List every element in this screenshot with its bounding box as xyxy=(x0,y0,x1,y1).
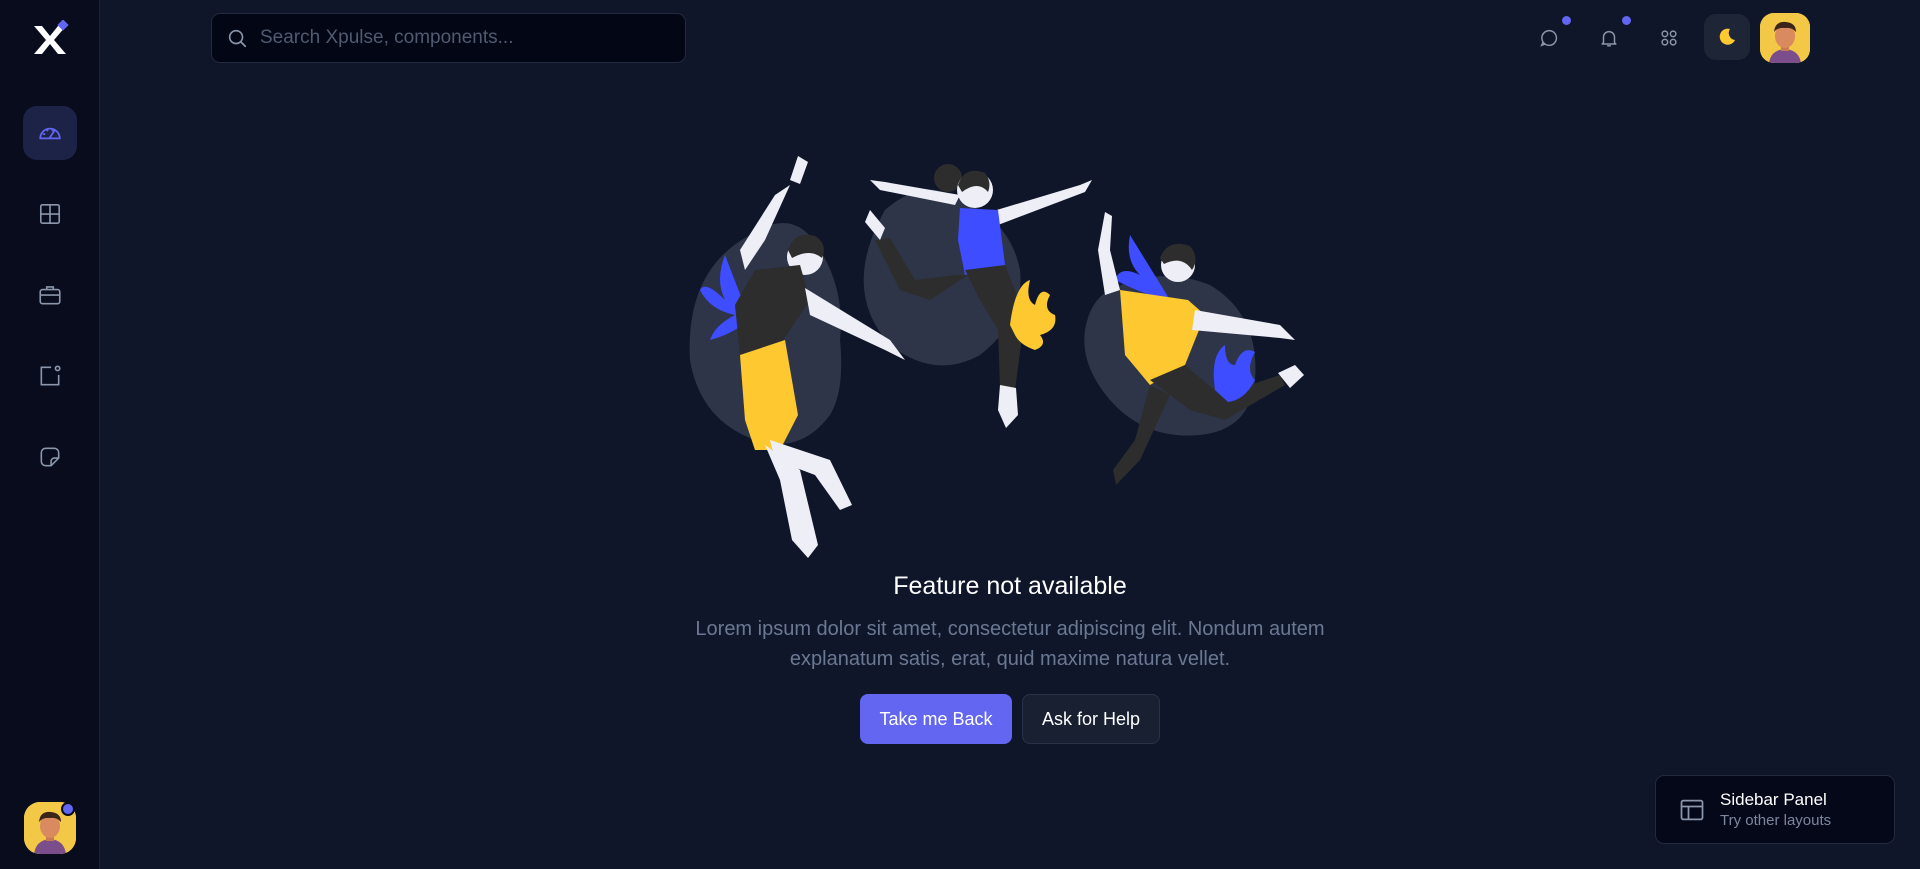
sidebar xyxy=(0,0,100,869)
ask-for-help-button[interactable]: Ask for Help xyxy=(1022,694,1160,744)
take-me-back-button[interactable]: Take me Back xyxy=(860,694,1012,744)
briefcase-icon xyxy=(39,286,61,305)
sidebar-item-notifications[interactable] xyxy=(23,349,77,403)
search-bar[interactable] xyxy=(211,13,686,63)
bell-icon xyxy=(1601,30,1617,47)
panel-switcher-text: Sidebar Panel Try other layouts xyxy=(1720,790,1831,829)
app-logo[interactable] xyxy=(30,20,70,60)
sidebar-item-work[interactable] xyxy=(23,268,77,322)
theme-toggle-button[interactable] xyxy=(1704,14,1750,60)
search-input[interactable] xyxy=(260,27,660,49)
page-title: Feature not available xyxy=(893,572,1127,600)
panel-switcher-subtitle: Try other layouts xyxy=(1720,812,1832,829)
user-avatar[interactable] xyxy=(1760,13,1810,63)
chat-icon xyxy=(1540,29,1558,47)
sticky-note-icon xyxy=(40,447,60,467)
online-status-dot xyxy=(61,802,75,816)
sidebar-item-dashboard[interactable] xyxy=(23,106,77,160)
notifications-unread-dot xyxy=(1622,16,1631,25)
sidebar-panel-switcher[interactable]: Sidebar Panel Try other layouts xyxy=(1655,775,1895,844)
sidebar-item-layouts[interactable] xyxy=(23,187,77,241)
gauge-icon xyxy=(39,127,61,140)
page-description: Lorem ipsum dolor sit amet, consectetur … xyxy=(695,618,1325,670)
search-icon xyxy=(228,29,247,48)
panel-switcher-title: Sidebar Panel xyxy=(1720,790,1827,809)
apps-icon xyxy=(1661,30,1677,46)
notification-square-icon xyxy=(40,365,61,386)
app-root: Feature not available Lorem ipsum dolor … xyxy=(0,0,1920,869)
sidebar-item-notes[interactable] xyxy=(23,430,77,484)
dancers-illustration xyxy=(689,156,1304,558)
layout-icon xyxy=(1680,799,1704,820)
moon-icon xyxy=(1719,28,1735,45)
chat-unread-dot xyxy=(1562,16,1571,25)
apps-button[interactable] xyxy=(1649,18,1689,58)
avatar-icon xyxy=(1760,13,1810,63)
grid-icon xyxy=(39,203,61,225)
